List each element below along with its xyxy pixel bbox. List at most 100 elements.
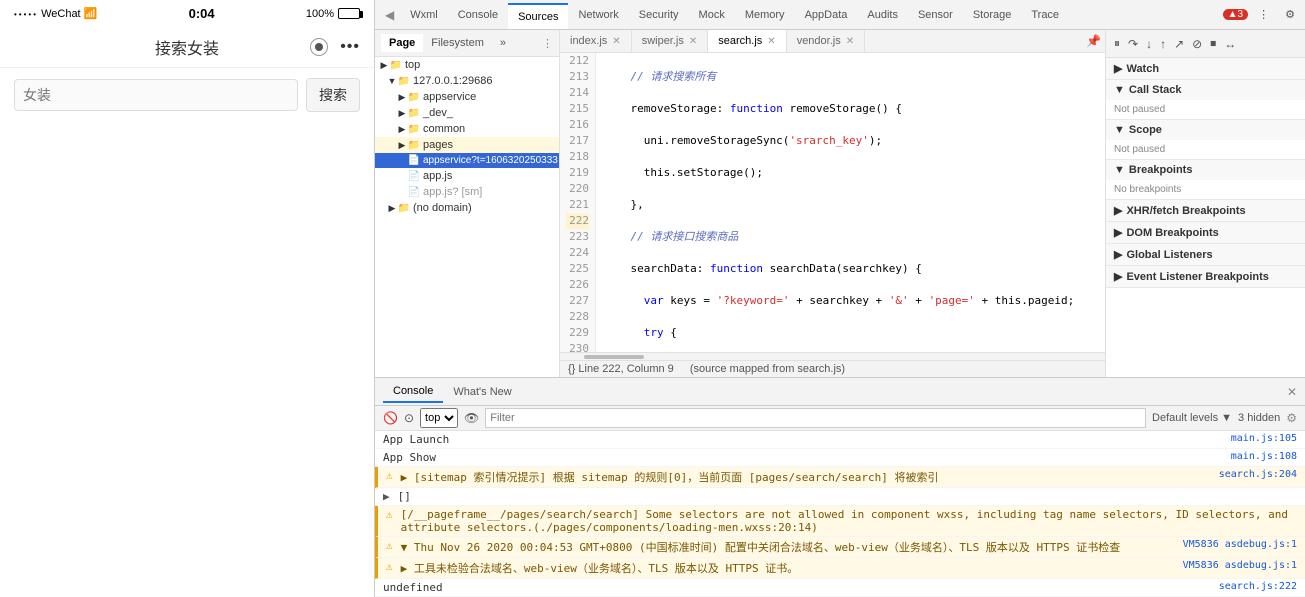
tab-close-vendor[interactable]: ✕ (846, 36, 854, 47)
console-text: App Show (383, 451, 436, 464)
code-tab-pin[interactable]: 📌 (1082, 30, 1105, 52)
file-tree-menu[interactable]: ⋮ (542, 37, 553, 50)
watch-arrow: ▶ (1114, 62, 1122, 75)
error-badge[interactable]: ▲3 (1223, 9, 1248, 20)
callstack-content: Not paused (1106, 100, 1305, 119)
tab-sensor[interactable]: Sensor (908, 3, 963, 27)
console-src[interactable]: main.js:105 (1231, 433, 1297, 444)
console-tab-whatsnew[interactable]: What's New (443, 382, 521, 402)
tab-network[interactable]: Network (568, 3, 628, 27)
tab-memory[interactable]: Memory (735, 3, 795, 27)
debug-step-btn[interactable]: ↗ (1172, 35, 1186, 53)
console-src[interactable]: VM5836 asdebug.js:1 (1183, 539, 1297, 550)
debug-breakpoints-header[interactable]: ▼ Breakpoints (1106, 160, 1305, 180)
debug-xhr-header[interactable]: ▶ XHR/fetch Breakpoints (1106, 200, 1305, 221)
debug-section-watch-header[interactable]: ▶ Watch (1106, 58, 1305, 79)
tab-wxml[interactable]: Wxml (400, 3, 448, 27)
code-tab-search[interactable]: search.js ✕ (708, 30, 786, 52)
console-body: App Launch main.js:105 App Show main.js:… (375, 431, 1305, 597)
console-line-app-launch: App Launch main.js:105 (375, 431, 1305, 449)
debug-scope-header[interactable]: ▼ Scope (1106, 120, 1305, 140)
console-context-select[interactable]: top (420, 408, 458, 428)
breakpoints-content: No breakpoints (1106, 180, 1305, 199)
debug-global-header[interactable]: ▶ Global Listeners (1106, 244, 1305, 265)
tree-item-dev[interactable]: ▶ 📁 _dev_ (375, 105, 559, 121)
scope-arrow: ▼ (1114, 124, 1125, 136)
tab-close-swiper[interactable]: ✕ (689, 36, 697, 47)
devtools-menu-btn[interactable]: ⋮ (1252, 6, 1275, 23)
console-tab-console[interactable]: Console (383, 381, 443, 403)
console-src[interactable]: main.js:108 (1231, 451, 1297, 462)
console-clear-btn[interactable]: 🚫 (383, 411, 398, 425)
tab-audits[interactable]: Audits (857, 3, 908, 27)
tree-item-host[interactable]: ▼ 📁 127.0.0.1:29686 (375, 73, 559, 89)
tab-close-search[interactable]: ✕ (767, 36, 775, 47)
tree-item-appservice[interactable]: ▶ 📁 appservice (375, 89, 559, 105)
file-tree-more-tab[interactable]: » (492, 34, 514, 52)
scope-label: Scope (1129, 124, 1162, 136)
console-stop-btn[interactable]: ⊙ (404, 411, 414, 425)
tree-item-common[interactable]: ▶ 📁 common (375, 121, 559, 137)
tab-console[interactable]: Console (448, 3, 508, 27)
debug-step-into-btn[interactable]: ↓ (1144, 35, 1154, 53)
xhr-arrow: ▶ (1114, 204, 1122, 217)
code-tab-vendor[interactable]: vendor.js ✕ (787, 30, 865, 52)
debug-more-btn[interactable]: ↔ (1222, 35, 1238, 53)
folder-icon: 📁 (389, 60, 403, 71)
tab-appdata[interactable]: AppData (795, 3, 858, 27)
file-tree: Page Filesystem » ⋮ ▶ 📁 top ▼ 📁 127.0.0.… (375, 30, 560, 377)
breakpoints-label: Breakpoints (1129, 164, 1193, 176)
debug-step-out-btn[interactable]: ↑ (1158, 35, 1168, 53)
debug-callstack-header[interactable]: ▼ Call Stack (1106, 80, 1305, 100)
expand-arrow[interactable]: ▶ (383, 490, 390, 503)
tab-storage[interactable]: Storage (963, 3, 1022, 27)
console-filter-input[interactable] (485, 408, 1146, 428)
console-src[interactable]: search.js:204 (1219, 469, 1297, 480)
mobile-rec-icon[interactable] (310, 38, 328, 56)
file-tree-page-tab[interactable]: Page (381, 34, 423, 52)
mobile-search-input[interactable] (14, 79, 298, 111)
tab-trace[interactable]: Trace (1021, 3, 1069, 27)
code-tab-swiper[interactable]: swiper.js ✕ (632, 30, 709, 52)
tree-item-appservice-file[interactable]: 📄 appservice?t=1606320250333 (375, 153, 559, 168)
mobile-wifi-icon: 📶 (84, 8, 98, 20)
debug-section-scope: ▼ Scope Not paused (1106, 120, 1305, 160)
console-settings-btn[interactable]: ⚙ (1286, 411, 1297, 425)
mobile-dots-menu[interactable]: ••• (340, 38, 360, 56)
console-level-select[interactable]: Default levels ▼ (1152, 412, 1232, 424)
mobile-battery-pct: 100% (306, 8, 334, 20)
debug-section-callstack: ▼ Call Stack Not paused (1106, 80, 1305, 120)
code-tab-index[interactable]: index.js ✕ (560, 30, 632, 52)
tree-item-appjs[interactable]: 📄 app.js (375, 168, 559, 184)
code-footer: {} Line 222, Column 9 (source mapped fro… (560, 360, 1105, 377)
devtools-arrow-left[interactable]: ◀ (379, 2, 400, 28)
debug-section-dom: ▶ DOM Breakpoints (1106, 222, 1305, 244)
tab-mock[interactable]: Mock (689, 3, 735, 27)
console-line-tls: ⚠ ▼ Thu Nov 26 2020 00:04:53 GMT+0800 (中… (375, 537, 1305, 558)
console-src[interactable]: search.js:222 (1219, 581, 1297, 592)
debug-event-header[interactable]: ▶ Event Listener Breakpoints (1106, 266, 1305, 287)
mobile-search-button[interactable]: 搜索 (306, 78, 360, 112)
debug-deactivate-btn[interactable]: ⊘ (1190, 35, 1204, 53)
debug-dom-header[interactable]: ▶ DOM Breakpoints (1106, 222, 1305, 243)
hscroll-thumb[interactable] (584, 355, 644, 359)
sources-panel: Page Filesystem » ⋮ ▶ 📁 top ▼ 📁 127.0.0.… (375, 30, 1305, 377)
console-close-btn[interactable]: ✕ (1287, 385, 1297, 399)
console-line-undefined: undefined search.js:222 (375, 579, 1305, 597)
tree-item-top[interactable]: ▶ 📁 top (375, 57, 559, 73)
tree-item-no-domain[interactable]: ▶ 📁 (no domain) (375, 200, 559, 216)
event-arrow: ▶ (1114, 270, 1122, 283)
file-tree-filesystem-tab[interactable]: Filesystem (423, 34, 492, 52)
debug-pause-btn[interactable]: ⏸ (1112, 34, 1122, 53)
tab-security[interactable]: Security (629, 3, 689, 27)
tree-item-appjs-sm[interactable]: 📄 app.js? [sm] (375, 184, 559, 200)
tree-item-pages[interactable]: ▶ 📁 pages (375, 137, 559, 153)
tab-sources[interactable]: Sources (508, 3, 568, 29)
horizontal-scroll[interactable] (560, 352, 1105, 360)
debug-step-over-btn[interactable]: ↷ (1126, 35, 1140, 53)
tab-close-index[interactable]: ✕ (612, 36, 620, 47)
debug-blackbox-btn[interactable]: ⏹ (1208, 34, 1218, 53)
console-eye-icon[interactable]: 👁 (464, 411, 479, 425)
devtools-settings-btn[interactable]: ⚙ (1279, 6, 1301, 23)
console-src[interactable]: VM5836 asdebug.js:1 (1183, 560, 1297, 571)
